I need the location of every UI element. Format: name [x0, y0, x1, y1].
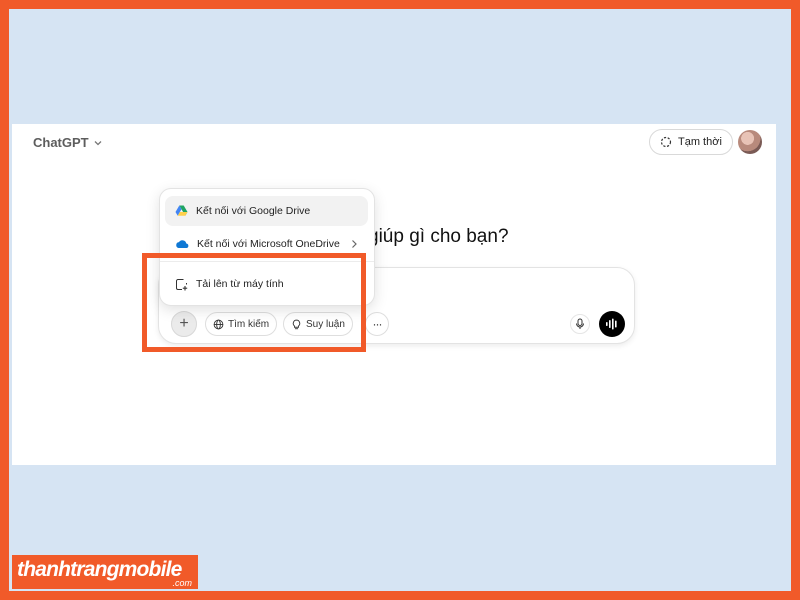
- menu-item-label: Kết nối với Microsoft OneDrive: [197, 238, 340, 250]
- menu-item-google-drive[interactable]: Kết nối với Google Drive: [165, 196, 368, 226]
- chevron-down-icon: [94, 140, 102, 145]
- google-drive-icon: [175, 205, 188, 216]
- highlight-box: [142, 253, 366, 352]
- temporary-chat-button[interactable]: Tạm thời: [649, 129, 733, 155]
- page-heading: giúp gì cho bạn?: [368, 226, 509, 247]
- voice-mode-button[interactable]: [599, 311, 625, 337]
- temporary-chat-label: Tạm thời: [678, 136, 722, 148]
- model-selector[interactable]: ChatGPT: [33, 135, 103, 150]
- watermark-sub: .com: [172, 578, 192, 588]
- waveform-icon: [606, 318, 617, 330]
- microphone-button[interactable]: [570, 314, 590, 334]
- watermark-logo: thanhtrangmobile .com: [12, 555, 198, 589]
- more-tools-button[interactable]: ···: [365, 312, 389, 336]
- menu-item-label: Kết nối với Google Drive: [196, 205, 311, 217]
- dashed-circle-icon: [660, 136, 672, 148]
- watermark-main: thanhtrangmobile: [17, 558, 182, 581]
- microphone-icon: [576, 318, 584, 329]
- chevron-right-icon: [352, 240, 357, 248]
- chatgpt-window: ChatGPT Tạm thời giúp gì cho bạn? + Tìm …: [12, 124, 776, 465]
- onedrive-icon: [176, 240, 189, 248]
- more-icon: ···: [372, 317, 383, 331]
- avatar[interactable]: [738, 130, 762, 154]
- app-title: ChatGPT: [33, 135, 89, 150]
